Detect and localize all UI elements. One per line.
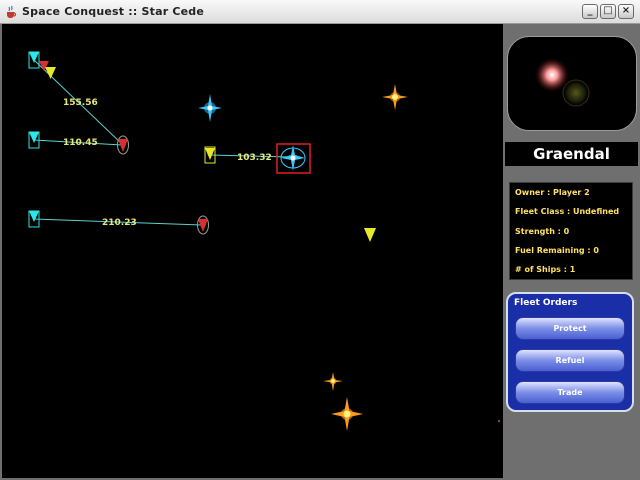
planet-name: Graendal bbox=[505, 142, 638, 166]
fleet-marker[interactable] bbox=[28, 51, 40, 69]
owner-text: Owner : Player 2 bbox=[515, 188, 590, 197]
ships-count-text: # of Ships : 1 bbox=[515, 265, 576, 274]
route-distance-label: 210.23 bbox=[102, 218, 137, 228]
small-star bbox=[498, 420, 500, 422]
minimize-button[interactable]: _ bbox=[582, 4, 598, 19]
blue-star[interactable] bbox=[198, 94, 222, 122]
planet-preview bbox=[507, 36, 637, 131]
fleet-info-box: Owner : Player 2 Fleet Class : Undefined… bbox=[509, 182, 633, 280]
route-distance-label: 110.45 bbox=[63, 138, 98, 148]
orange-star[interactable] bbox=[382, 84, 408, 110]
fleet-marker[interactable] bbox=[39, 61, 56, 79]
route-distance-label: 155.56 bbox=[63, 98, 98, 108]
star-map[interactable]: 155.56 110.45 103.32 210.23 bbox=[2, 24, 503, 478]
orange-star[interactable] bbox=[331, 397, 363, 431]
game-window: Space Conquest :: Star Cede _ □ × 155.56… bbox=[0, 0, 640, 480]
fleet-orders-panel: Fleet Orders Protect Refuel Trade bbox=[506, 292, 634, 412]
orange-star[interactable] bbox=[323, 372, 343, 391]
strength-text: Strength : 0 bbox=[515, 227, 570, 236]
blue-star-selected[interactable] bbox=[280, 145, 306, 171]
protect-button[interactable]: Protect bbox=[515, 317, 625, 340]
fleet-marker[interactable] bbox=[364, 228, 376, 242]
title-bar[interactable]: Space Conquest :: Star Cede _ □ × bbox=[0, 0, 640, 24]
fleet-orders-title: Fleet Orders bbox=[514, 298, 578, 308]
refuel-button[interactable]: Refuel bbox=[515, 349, 625, 372]
maximize-button[interactable]: □ bbox=[600, 4, 616, 19]
close-button[interactable]: × bbox=[618, 4, 634, 19]
route-distance-label: 103.32 bbox=[237, 153, 272, 163]
fuel-text: Fuel Remaining : 0 bbox=[515, 246, 599, 255]
window-title: Space Conquest :: Star Cede bbox=[22, 5, 205, 18]
side-panel: Graendal Owner : Player 2 Fleet Class : … bbox=[505, 24, 638, 478]
java-cup-icon bbox=[7, 5, 17, 18]
fleet-class-text: Fleet Class : Undefined bbox=[515, 207, 620, 216]
trade-button[interactable]: Trade bbox=[515, 381, 625, 404]
